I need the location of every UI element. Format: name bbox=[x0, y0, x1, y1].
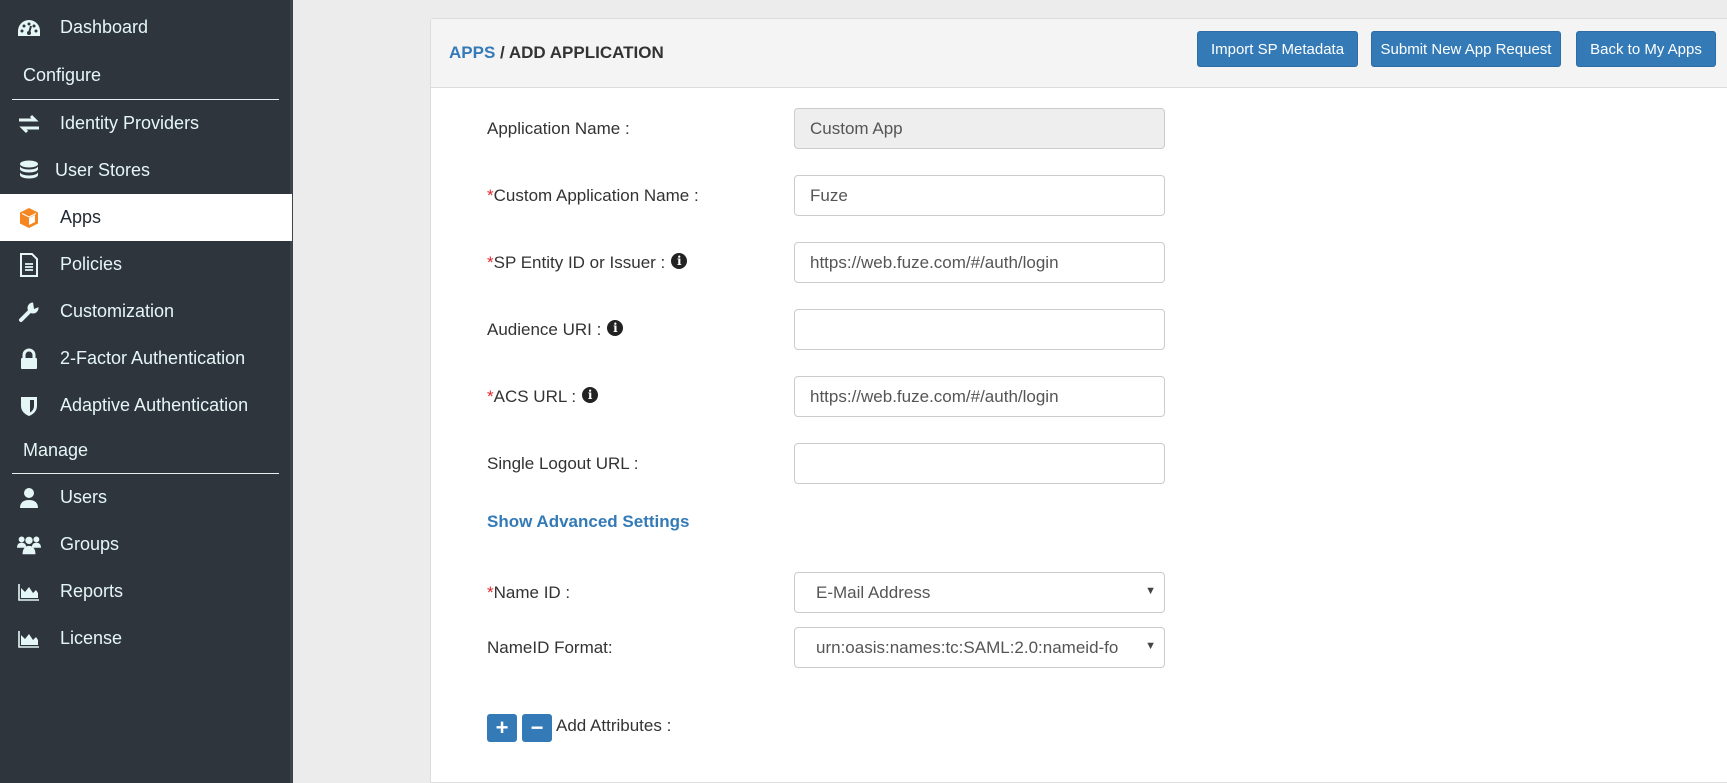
info-icon[interactable]: i bbox=[582, 386, 599, 403]
audience-uri-input[interactable] bbox=[794, 309, 1165, 350]
sidebar-item-user-stores[interactable]: User Stores bbox=[0, 147, 292, 194]
label-text: ACS URL : bbox=[493, 386, 577, 406]
panel-header: APPS / ADD APPLICATION Import SP Metadat… bbox=[431, 19, 1727, 88]
sidebar-item-dashboard[interactable]: Dashboard bbox=[0, 4, 292, 51]
sidebar-item-2fa[interactable]: 2-Factor Authentication bbox=[0, 335, 292, 382]
sidebar-item-label: Policies bbox=[60, 254, 123, 274]
section-configure: Configure bbox=[23, 65, 102, 85]
label-text: NameID Format: bbox=[487, 637, 613, 657]
import-sp-metadata-button[interactable]: Import SP Metadata bbox=[1197, 31, 1358, 67]
application-name-input[interactable] bbox=[794, 108, 1165, 149]
label-text: Name ID : bbox=[493, 582, 571, 602]
label-text: Audience URI : bbox=[487, 319, 602, 339]
exchange-icon bbox=[17, 113, 41, 135]
add-attribute-button[interactable]: + bbox=[487, 714, 517, 742]
sidebar-item-label: Adaptive Authentication bbox=[60, 395, 249, 415]
required-marker: * bbox=[487, 252, 494, 272]
select-value: E-Mail Address bbox=[816, 582, 931, 602]
users-icon bbox=[17, 534, 41, 556]
label-text: Single Logout URL : bbox=[487, 453, 639, 473]
sidebar: Dashboard Configure Identity Providers U… bbox=[0, 0, 293, 783]
sidebar-item-label: Identity Providers bbox=[60, 113, 200, 133]
section-manage: Manage bbox=[23, 440, 89, 460]
info-icon[interactable]: i bbox=[671, 252, 688, 269]
sp-entity-id-label: * SP Entity ID or Issuer : i bbox=[487, 242, 688, 283]
area-chart-icon bbox=[17, 581, 41, 603]
add-application-panel: APPS / ADD APPLICATION Import SP Metadat… bbox=[430, 18, 1727, 783]
lock-icon bbox=[17, 348, 41, 370]
minus-icon: − bbox=[530, 715, 544, 740]
sidebar-item-label: License bbox=[60, 628, 123, 648]
shield-icon bbox=[17, 395, 41, 417]
nameid-format-label: NameID Format: bbox=[487, 627, 613, 668]
sidebar-item-label: Groups bbox=[60, 534, 120, 554]
breadcrumb-separator: / bbox=[495, 43, 509, 62]
sidebar-item-groups[interactable]: Groups bbox=[0, 521, 292, 568]
custom-application-name-input[interactable] bbox=[794, 175, 1165, 216]
single-logout-url-input[interactable] bbox=[794, 443, 1165, 484]
remove-attribute-button[interactable]: − bbox=[522, 714, 552, 742]
nameid-format-select[interactable]: urn:oasis:names:tc:SAML:2.0:nameid-fo ▼ bbox=[794, 627, 1165, 668]
sidebar-item-label: Apps bbox=[60, 207, 102, 227]
caret-down-icon: ▼ bbox=[1145, 640, 1156, 652]
plus-icon: + bbox=[495, 715, 509, 740]
caret-down-icon: ▼ bbox=[1145, 585, 1156, 597]
name-id-select[interactable]: E-Mail Address ▼ bbox=[794, 572, 1165, 613]
show-advanced-settings-link[interactable]: Show Advanced Settings bbox=[487, 512, 689, 532]
sidebar-item-apps[interactable]: Apps bbox=[0, 194, 292, 241]
breadcrumb: APPS / ADD APPLICATION bbox=[449, 43, 664, 63]
sidebar-item-reports[interactable]: Reports bbox=[0, 568, 292, 615]
audience-uri-label: Audience URI : i bbox=[487, 309, 624, 350]
sidebar-item-label: Users bbox=[60, 487, 108, 507]
select-value: urn:oasis:names:tc:SAML:2.0:nameid-fo bbox=[816, 637, 1119, 657]
wrench-icon bbox=[17, 301, 41, 323]
sidebar-item-label: User Stores bbox=[55, 160, 151, 180]
sidebar-item-policies[interactable]: Policies bbox=[0, 241, 292, 288]
name-id-label: * Name ID : bbox=[487, 572, 570, 613]
label-text: Custom Application Name : bbox=[493, 185, 699, 205]
sidebar-item-adaptive-auth[interactable]: Adaptive Authentication bbox=[0, 382, 292, 429]
breadcrumb-apps-link[interactable]: APPS bbox=[449, 43, 495, 62]
custom-application-name-label: * Custom Application Name : bbox=[487, 175, 699, 216]
single-logout-url-label: Single Logout URL : bbox=[487, 443, 639, 484]
info-icon[interactable]: i bbox=[607, 319, 624, 336]
sidebar-item-users[interactable]: Users bbox=[0, 474, 292, 521]
required-marker: * bbox=[487, 386, 494, 406]
sidebar-item-customization[interactable]: Customization bbox=[0, 288, 292, 335]
label-text: Application Name : bbox=[487, 118, 630, 138]
sidebar-item-label: 2-Factor Authentication bbox=[60, 348, 246, 368]
acs-url-label: * ACS URL : i bbox=[487, 376, 599, 417]
breadcrumb-current: ADD APPLICATION bbox=[508, 43, 664, 62]
user-icon bbox=[17, 487, 41, 509]
add-attributes-label: Add Attributes : bbox=[556, 716, 672, 735]
sidebar-item-license[interactable]: License bbox=[0, 615, 292, 662]
label-text: SP Entity ID or Issuer : bbox=[493, 252, 666, 272]
area-chart-icon bbox=[17, 628, 41, 650]
required-marker: * bbox=[487, 582, 494, 602]
sidebar-item-label: Dashboard bbox=[60, 17, 149, 37]
sidebar-item-identity-providers[interactable]: Identity Providers bbox=[0, 100, 292, 147]
sidebar-item-label: Reports bbox=[60, 581, 124, 601]
acs-url-input[interactable] bbox=[794, 376, 1165, 417]
submit-new-app-request-button[interactable]: Submit New App Request bbox=[1371, 31, 1561, 67]
back-to-my-apps-button[interactable]: Back to My Apps bbox=[1576, 31, 1716, 67]
dashboard-icon bbox=[17, 17, 41, 39]
database-icon bbox=[17, 160, 41, 182]
required-marker: * bbox=[487, 185, 494, 205]
application-name-label: Application Name : bbox=[487, 108, 630, 149]
file-text-icon bbox=[17, 252, 41, 277]
cube-icon bbox=[17, 207, 41, 229]
sp-entity-id-input[interactable] bbox=[794, 242, 1165, 283]
sidebar-item-label: Customization bbox=[60, 301, 175, 321]
